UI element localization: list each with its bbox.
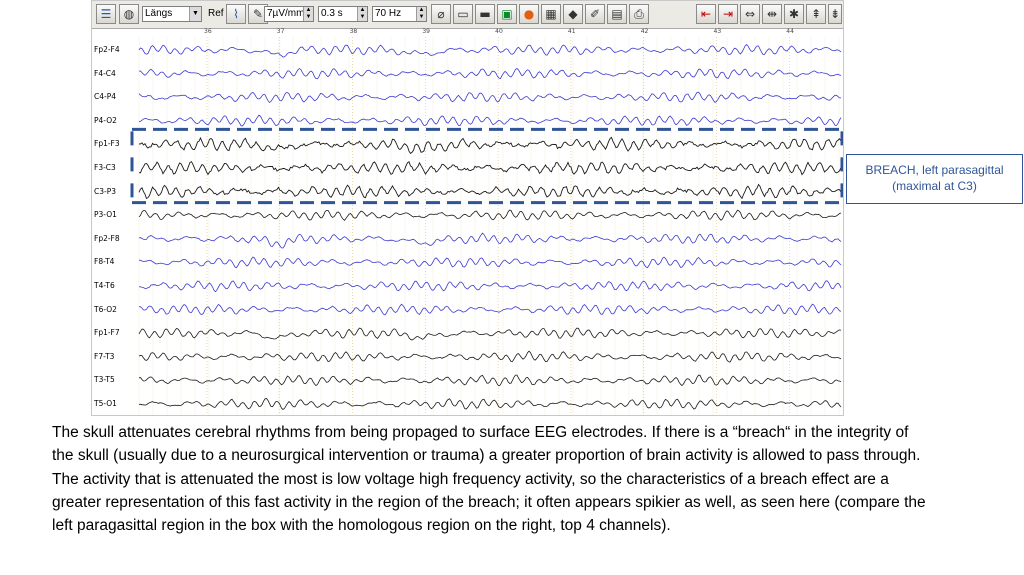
channel-label: C3-P3 <box>94 186 117 196</box>
channel-label: Fp2-F4 <box>94 45 120 54</box>
channel-label: T4-T6 <box>94 281 115 290</box>
channel-label: F7-T3 <box>94 351 115 361</box>
eeg-trace <box>138 160 842 176</box>
channel-label: F3-C3 <box>94 163 116 172</box>
callout-line-1: BREACH, left parasagittal <box>865 163 1004 177</box>
eeg-trace <box>138 374 842 387</box>
eeg-trace <box>138 327 842 341</box>
channel-label: C4-P4 <box>94 92 117 102</box>
eeg-trace <box>138 256 842 269</box>
eeg-trace <box>138 183 842 200</box>
channel-label: Fp1-F3 <box>94 139 120 149</box>
eeg-trace <box>138 209 842 222</box>
eeg-trace <box>138 91 841 104</box>
eeg-viewer-window: ☰ ◍ Längs ▼ Ref ⌇ ✎ 7µV/mm ▲ ▼ 0.3 s ▲ ▼ 7… <box>91 0 844 416</box>
eeg-traces <box>130 37 843 415</box>
eeg-trace <box>138 303 842 316</box>
channel-label: T6-O2 <box>94 304 117 314</box>
eeg-trace <box>138 44 842 58</box>
channel-label: P4-O2 <box>94 115 117 125</box>
callout-line-2: (maximal at C3) <box>892 179 977 193</box>
eeg-trace <box>138 350 842 363</box>
channel-label: Fp1-F7 <box>94 328 120 338</box>
channel-label: T5-O1 <box>94 399 117 408</box>
channel-label: T3-T5 <box>94 375 115 385</box>
channel-label: P3-O1 <box>94 210 117 220</box>
eeg-trace <box>138 280 842 293</box>
channel-label: Fp2-F8 <box>94 233 120 243</box>
eeg-trace <box>138 232 842 249</box>
channel-label: F4-C4 <box>94 68 116 78</box>
eeg-trace <box>138 67 842 80</box>
eeg-trace <box>138 398 842 411</box>
eeg-trace <box>138 114 842 127</box>
channel-label: F8-T4 <box>94 257 115 267</box>
caption-text: The skull attenuates cerebral rhythms fr… <box>52 424 926 535</box>
breach-callout: BREACH, left parasagittal (maximal at C3… <box>846 154 1023 204</box>
eeg-trace <box>138 136 842 155</box>
